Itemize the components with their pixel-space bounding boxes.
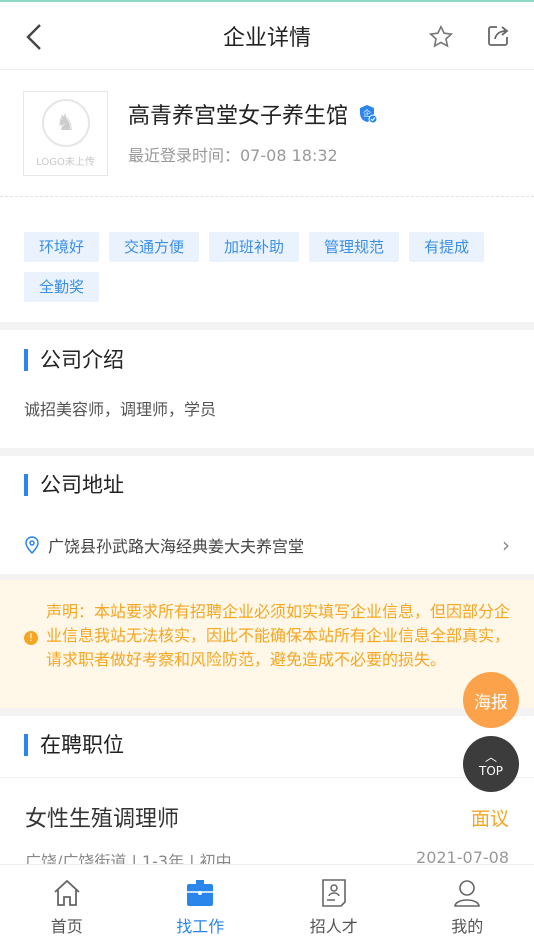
chevron-left-icon[interactable] <box>24 22 44 52</box>
nav-label: 招人才 <box>309 917 358 936</box>
divider <box>0 708 534 716</box>
tag: 管理规范 <box>309 232 400 262</box>
back-to-top-button[interactable]: ︿ TOP <box>463 736 519 792</box>
horse-logo-icon: ♞ <box>41 99 90 147</box>
nav-mine[interactable]: 我的 <box>401 865 534 949</box>
verified-enterprise-icon: 企 <box>360 105 378 124</box>
address-text: 广饶县孙武路大海经典姜大夫养宫堂 <box>48 537 305 556</box>
bottom-nav: 首页 找工作 招人才 我的 <box>0 864 534 949</box>
tag: 加班补助 <box>209 232 300 262</box>
job-date: 2021-07-08 <box>416 848 509 865</box>
job-title: 女性生殖调理师 <box>25 807 180 832</box>
share-icon[interactable] <box>486 24 510 48</box>
tag: 有提成 <box>409 232 485 262</box>
warning-icon: ! <box>24 631 38 645</box>
page-title: 企业详情 <box>222 25 311 51</box>
company-name: 高青养宫堂女子养生馆 <box>128 104 349 129</box>
poster-button[interactable]: 海报 <box>463 672 519 728</box>
briefcase-icon <box>187 880 214 906</box>
nav-label: 首页 <box>50 917 83 936</box>
logo-placeholder-text: LOGO未上传 <box>36 157 95 168</box>
tag: 全勤奖 <box>24 272 100 302</box>
location-pin-icon <box>25 536 39 554</box>
company-logo: ♞ LOGO未上传 <box>23 91 108 176</box>
address-row[interactable]: 广饶县孙武路大海经典姜大夫养宫堂 › <box>24 533 510 557</box>
chevron-up-icon: ︿ <box>484 750 497 764</box>
user-icon <box>454 880 481 907</box>
divider <box>0 777 534 778</box>
company-intro-text: 诚招美容师，调理师，学员 <box>24 400 217 419</box>
divider <box>0 322 534 330</box>
chevron-right-icon: › <box>502 533 510 557</box>
company-card: ♞ LOGO未上传 高青养宫堂女子养生馆 企 最近登录时间：07-08 18:32 <box>0 71 534 197</box>
resume-icon <box>321 879 346 907</box>
top-label: TOP <box>478 764 503 778</box>
job-salary: 面议 <box>470 808 509 830</box>
home-icon <box>54 879 80 906</box>
welfare-tags: 环境好 交通方便 加班补助 管理规范 有提成 全勤奖 <box>24 232 514 302</box>
nav-find-job[interactable]: 找工作 <box>134 865 268 949</box>
section-title-intro: 公司介绍 <box>24 349 124 371</box>
last-login-time: 最近登录时间：07-08 18:32 <box>128 146 338 165</box>
nav-home[interactable]: 首页 <box>0 865 134 949</box>
section-title-jobs: 在聘职位 <box>24 734 124 756</box>
section-title-address: 公司地址 <box>24 474 124 496</box>
job-meta: 广饶/广饶街道 | 1-3年 | 初中 <box>25 852 232 865</box>
nav-recruit[interactable]: 招人才 <box>267 865 401 949</box>
disclaimer-text: 声明：本站要求所有招聘企业必须如实填写企业信息，但因部分企业信息我站无法核实，因… <box>46 602 511 669</box>
nav-label: 我的 <box>451 917 484 936</box>
divider <box>0 448 534 456</box>
disclaimer-notice: ! 声明：本站要求所有招聘企业必须如实填写企业信息，但因部分企业信息我站无法核实… <box>0 580 534 708</box>
nav-label: 找工作 <box>176 917 225 936</box>
tag: 环境好 <box>24 232 100 262</box>
star-icon[interactable] <box>428 24 454 50</box>
tag: 交通方便 <box>109 232 200 262</box>
header: 企业详情 <box>0 2 534 70</box>
